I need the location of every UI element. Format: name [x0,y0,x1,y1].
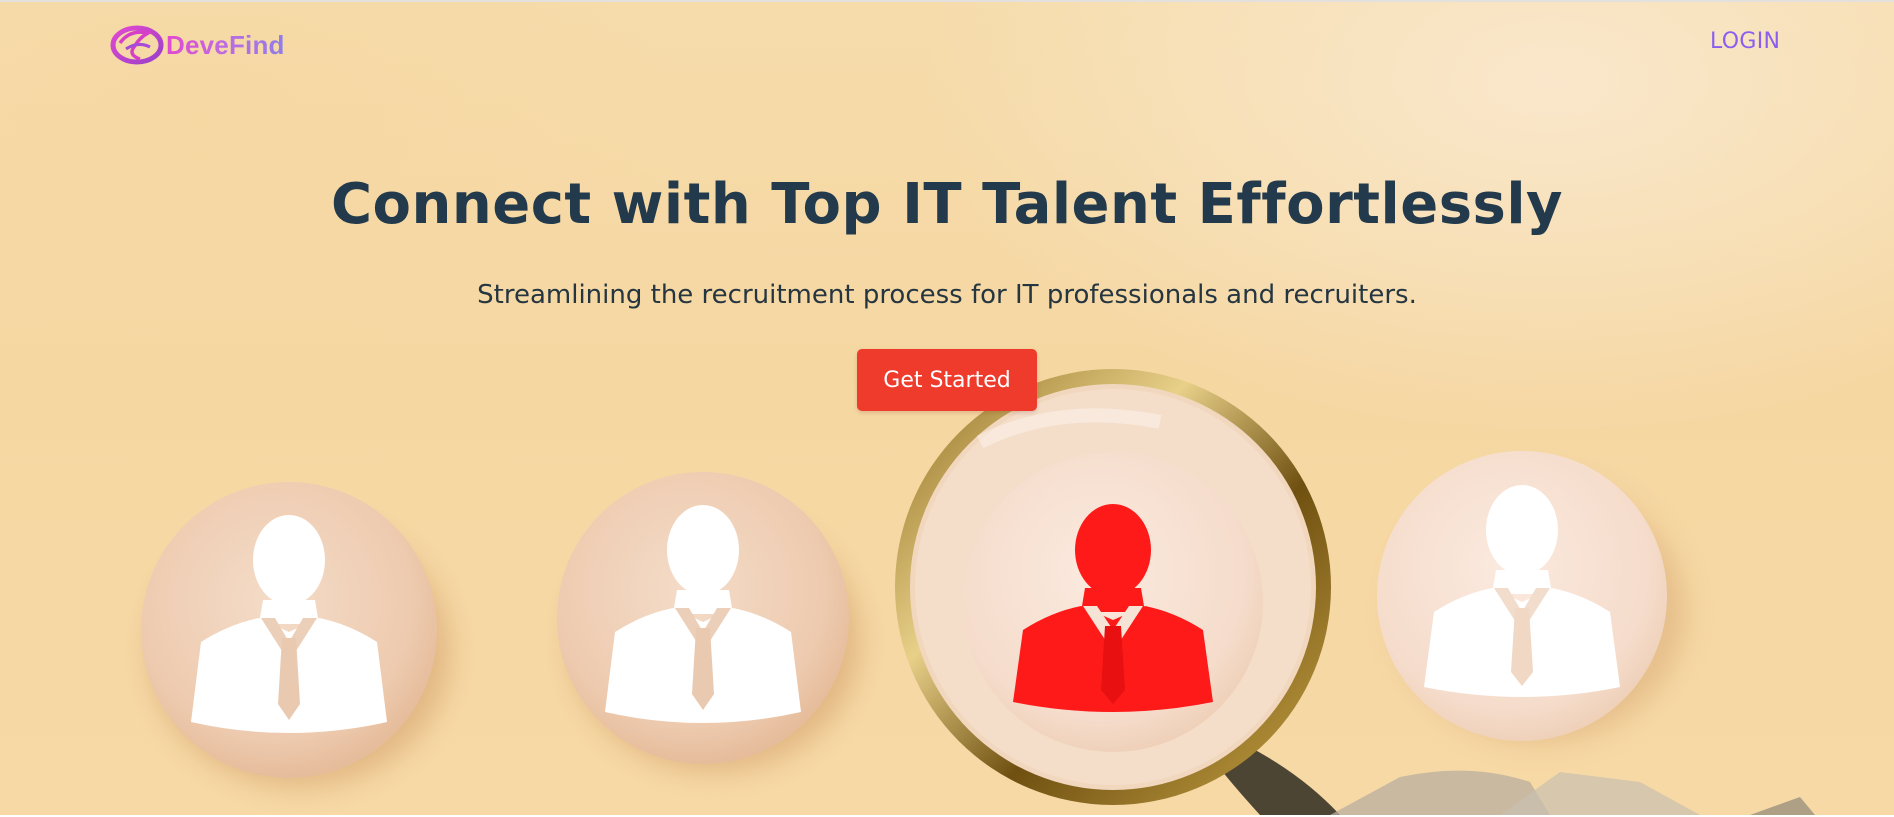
magnifying-glass-icon [895,369,1340,815]
wooden-disc-4 [1377,451,1667,741]
brand-logo[interactable]: DeveFind [110,23,285,67]
person-silhouette-icon [191,515,387,733]
hero-subtitle: Streamlining the recruitment process for… [477,280,1417,310]
brand-name: DeveFind [166,23,285,67]
get-started-button[interactable]: Get Started [857,349,1037,411]
person-silhouette-icon [1424,485,1620,697]
login-link[interactable]: LOGIN [1710,29,1780,54]
top-navbar: DeveFind LOGIN [0,2,1894,88]
wooden-disc-1 [141,482,437,778]
swirl-logo-icon [110,25,164,65]
hero-section: DeveFind LOGIN Connect with Top IT Talen… [0,2,1894,815]
hero-title: Connect with Top IT Talent Effortlessly [330,172,1564,237]
person-silhouette-icon [605,505,801,723]
wooden-disc-2 [557,472,849,764]
person-silhouette-icon [1013,504,1213,712]
